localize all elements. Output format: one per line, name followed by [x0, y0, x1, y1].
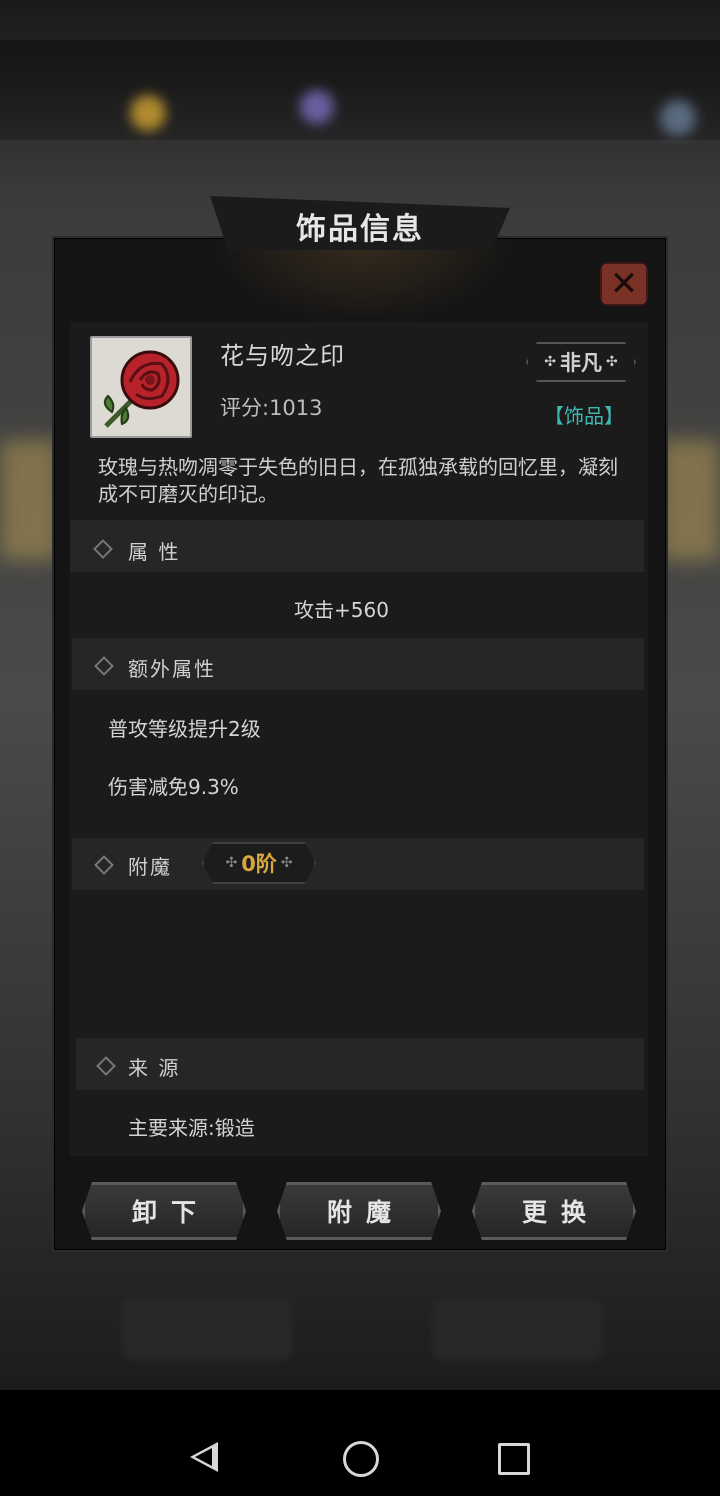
background-button-right [432, 1300, 602, 1360]
item-score: 评分:1013 [220, 396, 323, 420]
attack-stat: 攻击+560 [294, 598, 389, 622]
rarity-label: 非凡 [560, 351, 602, 375]
back-icon[interactable] [190, 1442, 218, 1472]
close-button[interactable]: ✕ [600, 262, 648, 306]
background-top-bar [0, 40, 720, 140]
enchant-tier-value: 0阶 [241, 852, 277, 876]
section-enchant-label: 附魔 [128, 855, 172, 879]
item-icon-frame[interactable] [90, 336, 192, 438]
replace-button[interactable]: 更换 [472, 1182, 636, 1240]
enchant-button[interactable]: 附魔 [277, 1182, 441, 1240]
recent-apps-icon[interactable] [498, 1443, 530, 1475]
extra-stat-line: 普攻等级提升2级 [108, 717, 261, 741]
background-right-wing [660, 440, 720, 560]
background-gem [300, 90, 334, 124]
rarity-badge: ✣ 非凡 ✣ [526, 342, 636, 382]
modal-glow [204, 238, 520, 328]
item-description: 玫瑰与热吻凋零于失色的旧日，在孤独承载的回忆里，凝刻成不可磨灭的印记。 [98, 455, 618, 506]
close-icon: ✕ [609, 264, 639, 304]
modal-title: 饰品信息 [296, 212, 424, 247]
background-button-left [122, 1300, 292, 1360]
background-icon [660, 100, 696, 136]
rarity-right-ornament-icon: ✣ [606, 354, 618, 370]
rarity-left-ornament-icon: ✣ [544, 354, 556, 370]
section-extra-label: 额外属性 [128, 657, 216, 681]
section-source-label: 来 源 [128, 1056, 181, 1080]
item-type-tag: 【饰品】 [544, 404, 624, 428]
unequip-button[interactable]: 卸下 [82, 1182, 246, 1240]
background-coin [130, 95, 166, 131]
tier-right-ornament-icon: ✣ [280, 855, 293, 871]
enchant-tier-badge: ✣ 0阶 ✣ [202, 842, 316, 884]
background-left-wing [0, 440, 60, 560]
source-text: 主要来源:锻造 [128, 1116, 255, 1140]
home-icon[interactable] [343, 1441, 379, 1477]
item-name: 花与吻之印 [220, 342, 345, 370]
extra-stat-line: 伤害减免9.3% [108, 775, 239, 799]
rose-icon [92, 338, 190, 436]
tier-left-ornament-icon: ✣ [225, 855, 238, 871]
section-attributes-label: 属 性 [128, 540, 181, 564]
